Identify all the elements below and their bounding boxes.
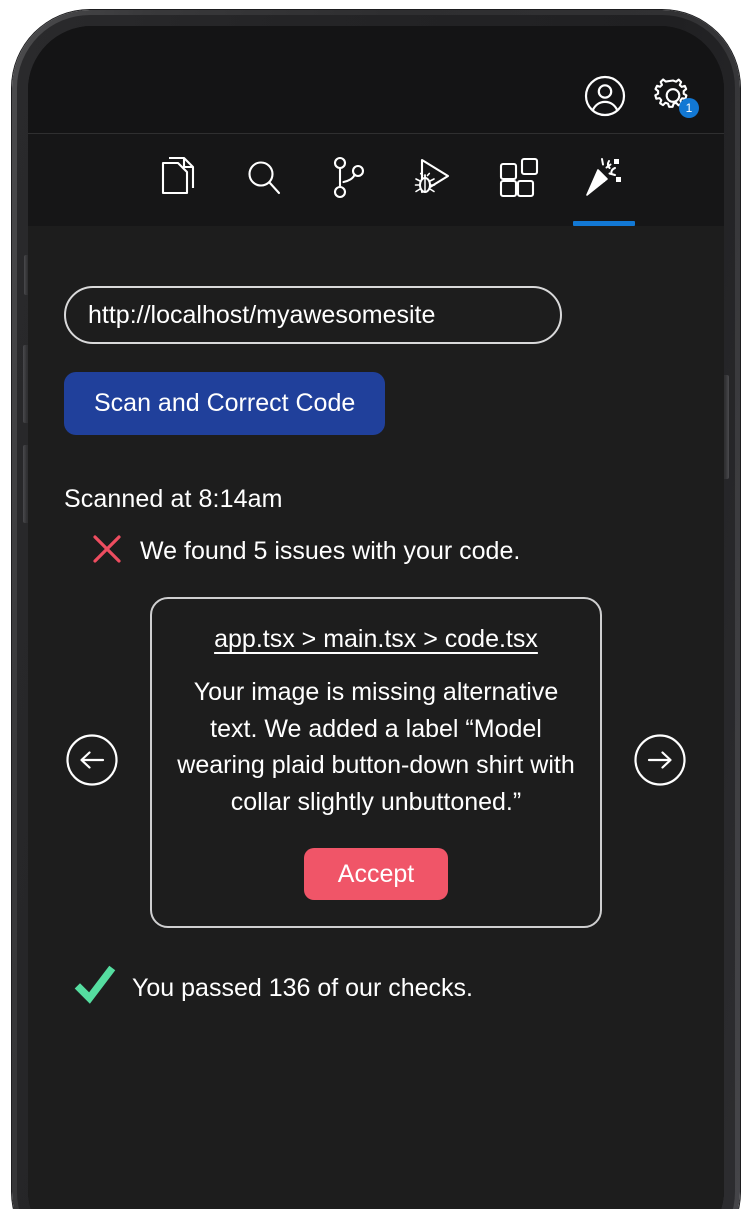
search-icon <box>243 156 285 205</box>
issues-summary-text: We found 5 issues with your code. <box>140 537 521 565</box>
run-debug-icon <box>410 154 458 207</box>
passed-summary-text: You passed 136 of our checks. <box>132 974 473 1002</box>
party-popper-icon <box>581 155 627 206</box>
user-circle-icon <box>583 74 627 118</box>
arrow-left-circle-icon <box>65 733 119 792</box>
toolbar-item-source-control[interactable] <box>306 134 391 226</box>
url-input[interactable]: http://localhost/myawesomesite <box>64 286 562 344</box>
git-branch-icon <box>331 155 367 206</box>
passed-summary: You passed 136 of our checks. <box>64 964 688 1013</box>
toolbar-active-underline <box>572 221 635 226</box>
phone-screen-area: 1 http://localhost/myawesomesite Scan an… <box>28 26 724 1209</box>
app-screen: 1 http://localhost/myawesomesite Scan an… <box>28 26 724 1209</box>
settings-button[interactable]: 1 <box>650 73 699 119</box>
accept-button[interactable]: Accept <box>303 848 449 900</box>
x-mark-icon <box>90 532 124 571</box>
settings-badge: 1 <box>679 98 699 118</box>
issue-card: app.tsx > main.tsx > code.tsx Your image… <box>150 597 602 928</box>
issue-message: Your image is missing alternative text. … <box>177 678 575 816</box>
toolbar-item-extensions[interactable] <box>476 134 561 226</box>
toolbar-item-accessibility[interactable] <box>561 134 646 226</box>
files-icon <box>158 155 200 206</box>
scan-and-correct-code-button[interactable]: Scan and Correct Code <box>64 372 386 435</box>
check-mark-icon <box>74 964 118 1013</box>
toolbar-item-run-and-debug[interactable] <box>391 134 476 226</box>
account-button[interactable] <box>582 73 628 119</box>
previous-issue-button[interactable] <box>64 733 120 792</box>
toolbar-item-search[interactable] <box>221 134 306 226</box>
extensions-icon <box>496 155 542 206</box>
activity-toolbar <box>28 134 724 226</box>
phone-frame: 1 http://localhost/myawesomesite Scan an… <box>12 10 740 1209</box>
screenshot-stage: 1 http://localhost/myawesomesite Scan an… <box>0 0 750 1209</box>
toolbar-item-explorer[interactable] <box>136 134 221 226</box>
issues-summary: We found 5 issues with your code. <box>64 532 688 571</box>
arrow-right-circle-icon <box>633 733 687 792</box>
scanned-at-label: Scanned at 8:14am <box>64 485 283 513</box>
next-issue-button[interactable] <box>632 733 688 792</box>
main-content: http://localhost/myawesomesite Scan and … <box>28 226 724 1209</box>
phone-frame-inner-bezel: 1 http://localhost/myawesomesite Scan an… <box>17 15 735 1209</box>
issue-carousel: app.tsx > main.tsx > code.tsx Your image… <box>64 597 688 928</box>
app-header: 1 <box>28 26 724 134</box>
breadcrumb[interactable]: app.tsx > main.tsx > code.tsx <box>214 625 538 654</box>
